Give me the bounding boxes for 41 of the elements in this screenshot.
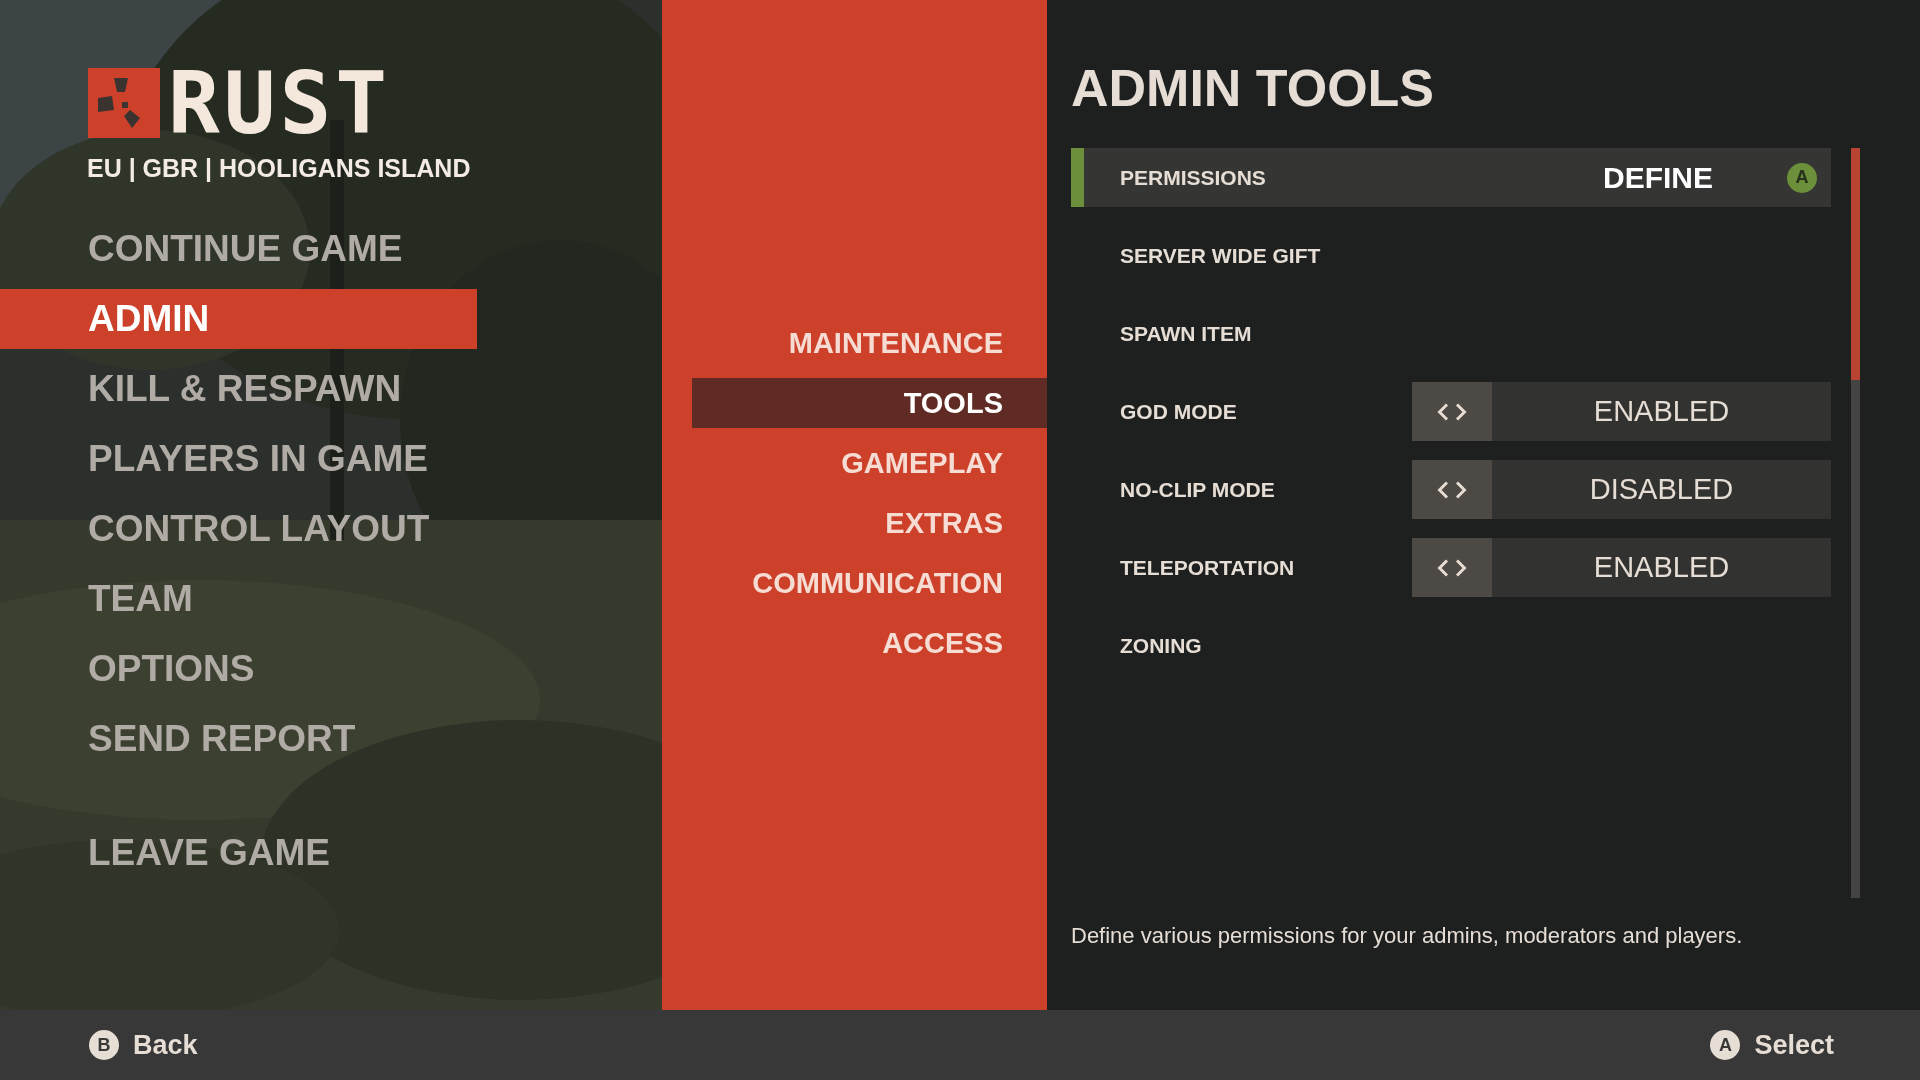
setting-row[interactable]: PERMISSIONS DEFINE A bbox=[1071, 148, 1831, 207]
panel-title: ADMIN TOOLS bbox=[1071, 58, 1436, 119]
logo-text: RUST bbox=[168, 68, 392, 138]
toggle-arrows-icon[interactable] bbox=[1412, 460, 1492, 519]
setting-label[interactable]: NO-CLIP MODE bbox=[1120, 477, 1412, 502]
scrollbar[interactable] bbox=[1851, 148, 1860, 898]
description: Define various permissions for your admins, moderators and players. bbox=[1071, 923, 1744, 949]
setting-label[interactable]: TELEPORTATION bbox=[1120, 555, 1412, 580]
menu-item[interactable]: SEND REPORT bbox=[0, 709, 477, 769]
submenu-item[interactable]: EXTRAS bbox=[885, 498, 1047, 548]
menu-item[interactable]: ADMIN bbox=[0, 289, 477, 349]
menu-item[interactable]: KILL & RESPAWN bbox=[0, 359, 477, 419]
controller-button-icon: A bbox=[1787, 162, 1817, 193]
menu-item[interactable]: TEAM bbox=[0, 569, 477, 629]
toggle-arrows-icon[interactable] bbox=[1412, 382, 1492, 441]
menu-item[interactable]: OPTIONS bbox=[0, 639, 477, 699]
footer-action[interactable]: Back bbox=[133, 1029, 198, 1061]
menu-item[interactable]: CONTINUE GAME bbox=[0, 219, 477, 279]
submenu-item[interactable]: ACCESS bbox=[882, 618, 1047, 668]
setting-label[interactable]: ZONING bbox=[1120, 633, 1831, 658]
toggle-value[interactable]: ENABLED bbox=[1492, 382, 1831, 441]
submenu-item[interactable]: TOOLS bbox=[692, 378, 1047, 428]
setting-value: DEFINE bbox=[1603, 160, 1713, 195]
logo-icon bbox=[88, 68, 160, 138]
toggle-arrows-icon[interactable] bbox=[1412, 538, 1492, 597]
setting-label[interactable]: SERVER WIDE GIFT bbox=[1120, 243, 1831, 268]
controller-button-icon: A bbox=[1710, 1030, 1741, 1060]
submenu-item[interactable]: COMMUNICATION bbox=[752, 558, 1047, 608]
menu-item[interactable]: CONTROL LAYOUT bbox=[0, 499, 477, 559]
submenu-item[interactable]: MAINTENANCE bbox=[788, 318, 1047, 368]
menu-item[interactable]: LEAVE GAME bbox=[0, 823, 477, 883]
submenu-item[interactable]: GAMEPLAY bbox=[841, 438, 1047, 488]
setting-label: PERMISSIONS bbox=[1120, 165, 1267, 190]
setting-label[interactable]: GOD MODE bbox=[1120, 399, 1412, 424]
controller-button-icon: B bbox=[89, 1030, 119, 1060]
menu-item[interactable]: PLAYERS IN GAME bbox=[0, 429, 477, 489]
setting-label[interactable]: SPAWN ITEM bbox=[1120, 321, 1831, 346]
toggle-value[interactable]: ENABLED bbox=[1492, 538, 1831, 597]
footer-action[interactable]: Select bbox=[1754, 1029, 1834, 1061]
server-name: EU | GBR | HOOLIGANS ISLAND bbox=[87, 154, 472, 183]
toggle-value[interactable]: DISABLED bbox=[1492, 460, 1831, 519]
